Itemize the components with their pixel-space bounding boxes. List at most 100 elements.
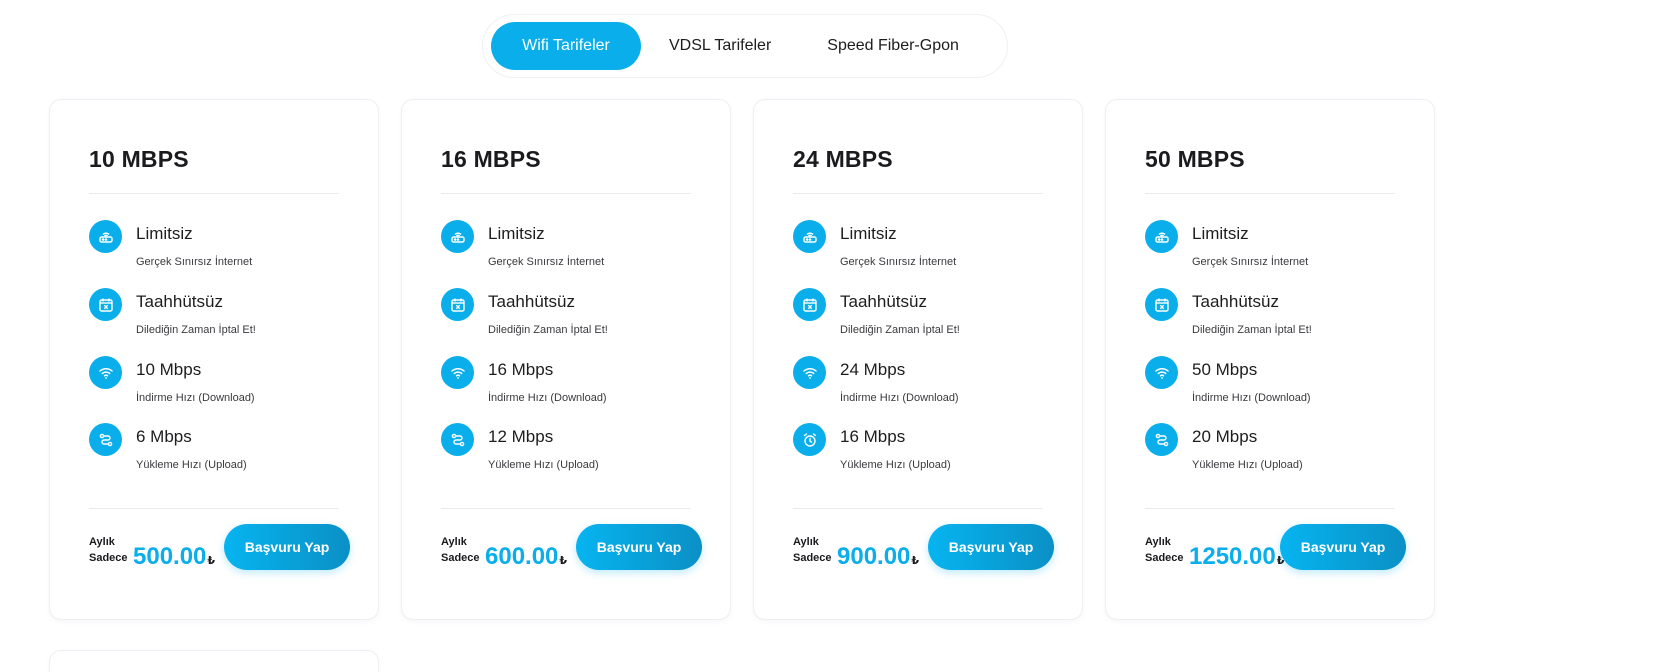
feature-subtitle: Dilediğin Zaman İptal Et! bbox=[1192, 324, 1312, 336]
feature-item: 50 Mbps İndirme Hızı (Download) bbox=[1145, 356, 1405, 416]
tab-wifi[interactable]: Wifi Tarifeler bbox=[491, 22, 641, 70]
router-icon bbox=[1145, 220, 1178, 253]
apply-button[interactable]: Başvuru Yap bbox=[576, 524, 702, 570]
tab-vdsl[interactable]: VDSL Tarifeler bbox=[641, 22, 799, 70]
price-label-only: Sadece bbox=[441, 552, 480, 564]
wifi-icon bbox=[793, 356, 826, 389]
calendar-cancel-icon bbox=[89, 288, 122, 321]
apply-button[interactable]: Başvuru Yap bbox=[1280, 524, 1406, 570]
plan-type-tabs: Wifi Tarifeler VDSL Tarifeler Speed Fibe… bbox=[482, 14, 1008, 78]
router-icon bbox=[89, 220, 122, 253]
feature-item: Limitsiz Gerçek Sınırsız İnternet bbox=[441, 220, 701, 280]
feature-title: 6 Mbps bbox=[136, 427, 192, 446]
currency-symbol: ₺ bbox=[559, 555, 568, 567]
router-icon bbox=[441, 220, 474, 253]
price-value: 600.00₺ bbox=[485, 543, 567, 571]
currency-symbol: ₺ bbox=[911, 555, 920, 567]
price-label: Aylık Sadece bbox=[1145, 534, 1184, 566]
feature-title: Taahhütsüz bbox=[136, 292, 223, 311]
feature-title: Limitsiz bbox=[840, 224, 897, 243]
price-amount: 600.00 bbox=[485, 543, 559, 570]
feature-subtitle: İndirme Hızı (Download) bbox=[840, 392, 959, 404]
feature-subtitle: İndirme Hızı (Download) bbox=[136, 392, 255, 404]
feature-item: Limitsiz Gerçek Sınırsız İnternet bbox=[793, 220, 1053, 280]
price-label-only: Sadece bbox=[1145, 552, 1184, 564]
wifi-icon bbox=[1145, 356, 1178, 389]
upload-route-icon bbox=[441, 423, 474, 456]
price-label: Aylık Sadece bbox=[793, 534, 832, 566]
feature-item: 6 Mbps Yükleme Hızı (Upload) bbox=[89, 423, 349, 483]
feature-item: 20 Mbps Yükleme Hızı (Upload) bbox=[1145, 423, 1405, 483]
feature-subtitle: Dilediğin Zaman İptal Et! bbox=[488, 324, 608, 336]
price-label: Aylık Sadece bbox=[441, 534, 480, 566]
plan-card-partial bbox=[49, 650, 379, 672]
price-value: 900.00₺ bbox=[837, 543, 919, 571]
price-label-monthly: Aylık bbox=[793, 536, 819, 548]
feature-title: Taahhütsüz bbox=[840, 292, 927, 311]
apply-button[interactable]: Başvuru Yap bbox=[928, 524, 1054, 570]
feature-item: Taahhütsüz Dilediğin Zaman İptal Et! bbox=[1145, 288, 1405, 348]
plan-title: 10 MBPS bbox=[89, 146, 189, 172]
price-amount: 900.00 bbox=[837, 543, 911, 570]
divider bbox=[1145, 508, 1395, 509]
price-amount: 1250.00 bbox=[1189, 543, 1276, 570]
price-amount: 500.00 bbox=[133, 543, 207, 570]
plan-card: 16 MBPS Limitsiz Gerçek Sınırsız İnterne… bbox=[401, 99, 731, 620]
plan-card: 50 MBPS Limitsiz Gerçek Sınırsız İnterne… bbox=[1105, 99, 1435, 620]
wifi-icon bbox=[441, 356, 474, 389]
feature-subtitle: Gerçek Sınırsız İnternet bbox=[840, 256, 957, 268]
feature-title: Limitsiz bbox=[488, 224, 545, 243]
feature-title: 50 Mbps bbox=[1192, 360, 1258, 379]
feature-title: 24 Mbps bbox=[840, 360, 906, 379]
feature-subtitle: İndirme Hızı (Download) bbox=[488, 392, 607, 404]
feature-item: Limitsiz Gerçek Sınırsız İnternet bbox=[1145, 220, 1405, 280]
divider bbox=[89, 508, 339, 509]
price-value: 500.00₺ bbox=[133, 543, 215, 571]
feature-item: 10 Mbps İndirme Hızı (Download) bbox=[89, 356, 349, 416]
plan-title: 24 MBPS bbox=[793, 146, 893, 172]
plan-card: 24 MBPS Limitsiz Gerçek Sınırsız İnterne… bbox=[753, 99, 1083, 620]
feature-subtitle: İndirme Hızı (Download) bbox=[1192, 392, 1311, 404]
tab-speed-fiber[interactable]: Speed Fiber-Gpon bbox=[799, 22, 987, 70]
feature-item: Taahhütsüz Dilediğin Zaman İptal Et! bbox=[793, 288, 1053, 348]
price-label-monthly: Aylık bbox=[89, 536, 115, 548]
calendar-cancel-icon bbox=[793, 288, 826, 321]
divider bbox=[441, 193, 691, 194]
feature-title: 12 Mbps bbox=[488, 427, 554, 446]
feature-subtitle: Yükleme Hızı (Upload) bbox=[488, 459, 599, 471]
feature-title: 20 Mbps bbox=[1192, 427, 1258, 446]
divider bbox=[89, 193, 339, 194]
price-label-only: Sadece bbox=[793, 552, 832, 564]
feature-title: 16 Mbps bbox=[840, 427, 906, 446]
feature-subtitle: Gerçek Sınırsız İnternet bbox=[136, 256, 253, 268]
divider bbox=[441, 508, 691, 509]
feature-subtitle: Dilediğin Zaman İptal Et! bbox=[136, 324, 256, 336]
divider bbox=[793, 508, 1043, 509]
calendar-cancel-icon bbox=[441, 288, 474, 321]
feature-item: 24 Mbps İndirme Hızı (Download) bbox=[793, 356, 1053, 416]
feature-item: Limitsiz Gerçek Sınırsız İnternet bbox=[89, 220, 349, 280]
feature-item: 12 Mbps Yükleme Hızı (Upload) bbox=[441, 423, 701, 483]
feature-title: Limitsiz bbox=[136, 224, 193, 243]
calendar-cancel-icon bbox=[1145, 288, 1178, 321]
plan-title: 50 MBPS bbox=[1145, 146, 1245, 172]
feature-item: Taahhütsüz Dilediğin Zaman İptal Et! bbox=[89, 288, 349, 348]
feature-title: 10 Mbps bbox=[136, 360, 202, 379]
plan-title: 16 MBPS bbox=[441, 146, 541, 172]
price-label-monthly: Aylık bbox=[1145, 536, 1171, 548]
divider bbox=[793, 193, 1043, 194]
feature-item: 16 Mbps İndirme Hızı (Download) bbox=[441, 356, 701, 416]
apply-button[interactable]: Başvuru Yap bbox=[224, 524, 350, 570]
feature-title: Limitsiz bbox=[1192, 224, 1249, 243]
currency-symbol: ₺ bbox=[207, 555, 216, 567]
feature-subtitle: Gerçek Sınırsız İnternet bbox=[488, 256, 605, 268]
feature-subtitle: Yükleme Hızı (Upload) bbox=[840, 459, 951, 471]
feature-title: Taahhütsüz bbox=[1192, 292, 1279, 311]
feature-item: Taahhütsüz Dilediğin Zaman İptal Et! bbox=[441, 288, 701, 348]
price-label: Aylık Sadece bbox=[89, 534, 128, 566]
feature-subtitle: Dilediğin Zaman İptal Et! bbox=[840, 324, 960, 336]
feature-item: 16 Mbps Yükleme Hızı (Upload) bbox=[793, 423, 1053, 483]
feature-title: Taahhütsüz bbox=[488, 292, 575, 311]
upload-route-icon bbox=[89, 423, 122, 456]
plan-card: 10 MBPS Limitsiz Gerçek Sınırsız İnterne… bbox=[49, 99, 379, 620]
